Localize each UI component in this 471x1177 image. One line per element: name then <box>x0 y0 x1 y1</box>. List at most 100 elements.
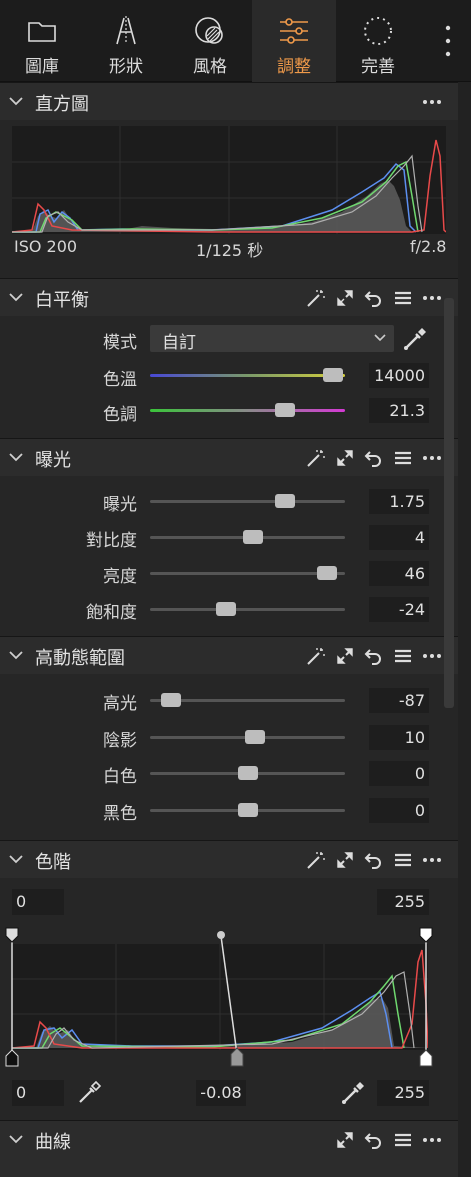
exposure-row-slider[interactable] <box>150 566 345 580</box>
hdr-header-icons <box>306 646 442 666</box>
list-icon[interactable] <box>393 646 413 666</box>
hdr-row-value[interactable]: -87 <box>369 688 429 713</box>
tab-library[interactable]: 圖庫 <box>0 0 84 82</box>
list-icon[interactable] <box>393 288 413 308</box>
scrollbar-track[interactable] <box>458 82 471 1177</box>
auto-wand-icon[interactable] <box>306 850 326 870</box>
reset-icon[interactable] <box>364 646 384 666</box>
hdr-row-slider[interactable] <box>150 693 345 707</box>
expand-icon[interactable] <box>335 288 355 308</box>
wb-tint-thumb[interactable] <box>274 403 295 417</box>
levels-title: 色階 <box>35 852 71 873</box>
tab-bar: 圖庫 形狀 風格 調整 完善 <box>0 0 471 82</box>
hdr-row-value[interactable]: 0 <box>369 761 429 786</box>
levels-output-high[interactable]: 255 <box>377 1080 429 1106</box>
list-icon[interactable] <box>393 850 413 870</box>
histogram-shutter: 1/125 秒 <box>196 241 264 260</box>
exposure-row-value[interactable]: 4 <box>369 525 429 550</box>
wb-tint-value[interactable]: 21.3 <box>369 398 429 423</box>
levels-midpoint-value[interactable]: -0.08 <box>196 1080 246 1106</box>
chevron-down-icon[interactable] <box>8 1131 24 1147</box>
reset-icon[interactable] <box>364 288 384 308</box>
wb-tint-slider[interactable] <box>150 403 345 417</box>
hdr-row-value[interactable]: 0 <box>369 797 429 823</box>
chevron-down-icon[interactable] <box>8 449 24 465</box>
white-balance-header[interactable]: 白平衡 <box>0 278 458 316</box>
tab-style[interactable]: 風格 <box>168 0 252 82</box>
exposure-row-slider[interactable] <box>150 494 345 508</box>
expand-icon[interactable] <box>335 448 355 468</box>
chevron-down-icon[interactable] <box>8 647 24 663</box>
hdr-row-thumb[interactable] <box>245 729 266 744</box>
exposure-header[interactable]: 曝光 <box>0 438 458 476</box>
tab-adjust[interactable]: 調整 <box>252 0 336 82</box>
expand-icon[interactable] <box>335 1130 355 1150</box>
exposure-row-slider[interactable] <box>150 602 345 616</box>
auto-wand-icon[interactable] <box>306 288 326 308</box>
wb-tint-label: 色調 <box>103 405 137 425</box>
black-eyedropper-icon[interactable] <box>76 1080 102 1106</box>
hdr-row-slider[interactable] <box>150 802 345 817</box>
exposure-row-thumb[interactable] <box>243 530 264 544</box>
more-horizontal-icon[interactable] <box>422 448 442 468</box>
exposure-row-slider[interactable] <box>150 530 345 544</box>
hdr-row-slider[interactable] <box>150 766 345 780</box>
levels-header[interactable]: 色階 <box>0 840 458 878</box>
exposure-row-value[interactable]: 46 <box>369 561 429 586</box>
scrollbar-thumb[interactable] <box>444 298 454 708</box>
histogram-header[interactable]: 直方圖 <box>0 82 458 120</box>
wb-temp-slider[interactable] <box>150 368 345 382</box>
chevron-down-icon[interactable] <box>8 851 24 867</box>
auto-wand-icon[interactable] <box>306 448 326 468</box>
list-icon[interactable] <box>393 1130 413 1150</box>
reset-icon[interactable] <box>364 850 384 870</box>
levels-output-low[interactable]: 0 <box>12 1080 64 1106</box>
eyedropper-icon[interactable] <box>402 326 428 352</box>
tab-shape-label: 形狀 <box>109 57 143 77</box>
histogram-iso: ISO 200 <box>14 237 78 256</box>
more-options-icon[interactable] <box>445 24 451 58</box>
auto-wand-icon[interactable] <box>306 646 326 666</box>
levels-input-high[interactable]: 255 <box>377 889 429 915</box>
white-eyedropper-icon[interactable] <box>340 1080 366 1106</box>
levels-input-low[interactable]: 0 <box>12 889 64 915</box>
wb-temp-value[interactable]: 14000 <box>369 363 429 388</box>
list-icon[interactable] <box>393 448 413 468</box>
reset-icon[interactable] <box>364 1130 384 1150</box>
expand-icon[interactable] <box>335 646 355 666</box>
tab-shape[interactable]: 形狀 <box>84 0 168 82</box>
exposure-row-thumb[interactable] <box>317 566 338 580</box>
reset-icon[interactable] <box>364 448 384 468</box>
curves-header[interactable]: 曲線 <box>0 1120 458 1177</box>
more-horizontal-icon[interactable] <box>422 288 442 308</box>
shape-icon <box>116 16 136 45</box>
exposure-row-thumb[interactable] <box>274 494 295 508</box>
exposure-row-value[interactable]: 1.75 <box>369 489 429 514</box>
expand-icon[interactable] <box>335 850 355 870</box>
hdr-row-thumb[interactable] <box>161 693 182 707</box>
wb-mode-select[interactable]: 自訂 <box>150 325 394 353</box>
histogram-header-icons <box>422 92 442 112</box>
exposure-header-icons <box>306 448 442 468</box>
chevron-down-icon[interactable] <box>8 289 24 305</box>
hdr-row-thumb[interactable] <box>237 766 258 780</box>
hdr-title: 高動態範圍 <box>35 648 125 669</box>
exposure-row-label: 亮度 <box>103 567 137 587</box>
refine-icon <box>364 17 392 45</box>
style-icon <box>195 17 223 44</box>
hdr-row-value[interactable]: 10 <box>369 724 429 750</box>
more-horizontal-icon[interactable] <box>422 850 442 870</box>
wb-temp-thumb[interactable] <box>323 368 344 382</box>
exposure-title: 曝光 <box>35 450 71 471</box>
more-horizontal-icon[interactable] <box>422 1130 442 1150</box>
hdr-row-thumb[interactable] <box>237 802 258 817</box>
exposure-row-thumb[interactable] <box>216 602 237 616</box>
tab-refine[interactable]: 完善 <box>336 0 420 82</box>
exposure-row-value[interactable]: -24 <box>369 597 429 622</box>
more-horizontal-icon[interactable] <box>422 92 442 112</box>
sliders-icon <box>280 18 308 44</box>
hdr-header[interactable]: 高動態範圍 <box>0 636 458 674</box>
hdr-row-slider[interactable] <box>150 729 345 744</box>
chevron-down-icon[interactable] <box>8 93 24 109</box>
more-horizontal-icon[interactable] <box>422 646 442 666</box>
